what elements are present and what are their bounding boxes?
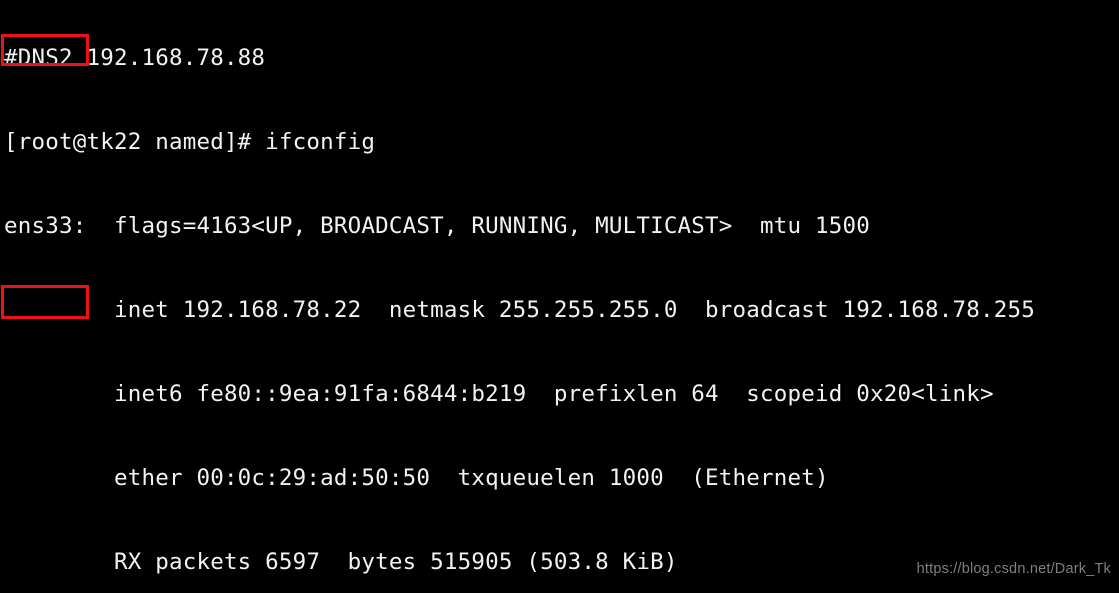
terminal-line-ens33-ether: ether 00:0c:29:ad:50:50 txqueuelen 1000 …: [4, 465, 829, 491]
terminal-line-prompt-command: [root@tk22 named]# ifconfig: [4, 129, 376, 155]
terminal-line-dns2-comment: #DNS2 192.168.78.88: [4, 45, 266, 71]
terminal-line-ens33-flags: ens33: flags=4163<UP, BROADCAST, RUNNING…: [4, 213, 871, 239]
terminal-output: #DNS2 192.168.78.88 [root@tk22 named]# i…: [0, 0, 1119, 593]
terminal-line-ens33-inet: inet 192.168.78.22 netmask 255.255.255.0…: [4, 297, 1035, 323]
blog-watermark: https://blog.csdn.net/Dark_Tk: [916, 561, 1111, 577]
terminal-window[interactable]: #DNS2 192.168.78.88 [root@tk22 named]# i…: [0, 0, 1119, 593]
terminal-line-ens33-inet6: inet6 fe80::9ea:91fa:6844:b219 prefixlen…: [4, 381, 994, 407]
